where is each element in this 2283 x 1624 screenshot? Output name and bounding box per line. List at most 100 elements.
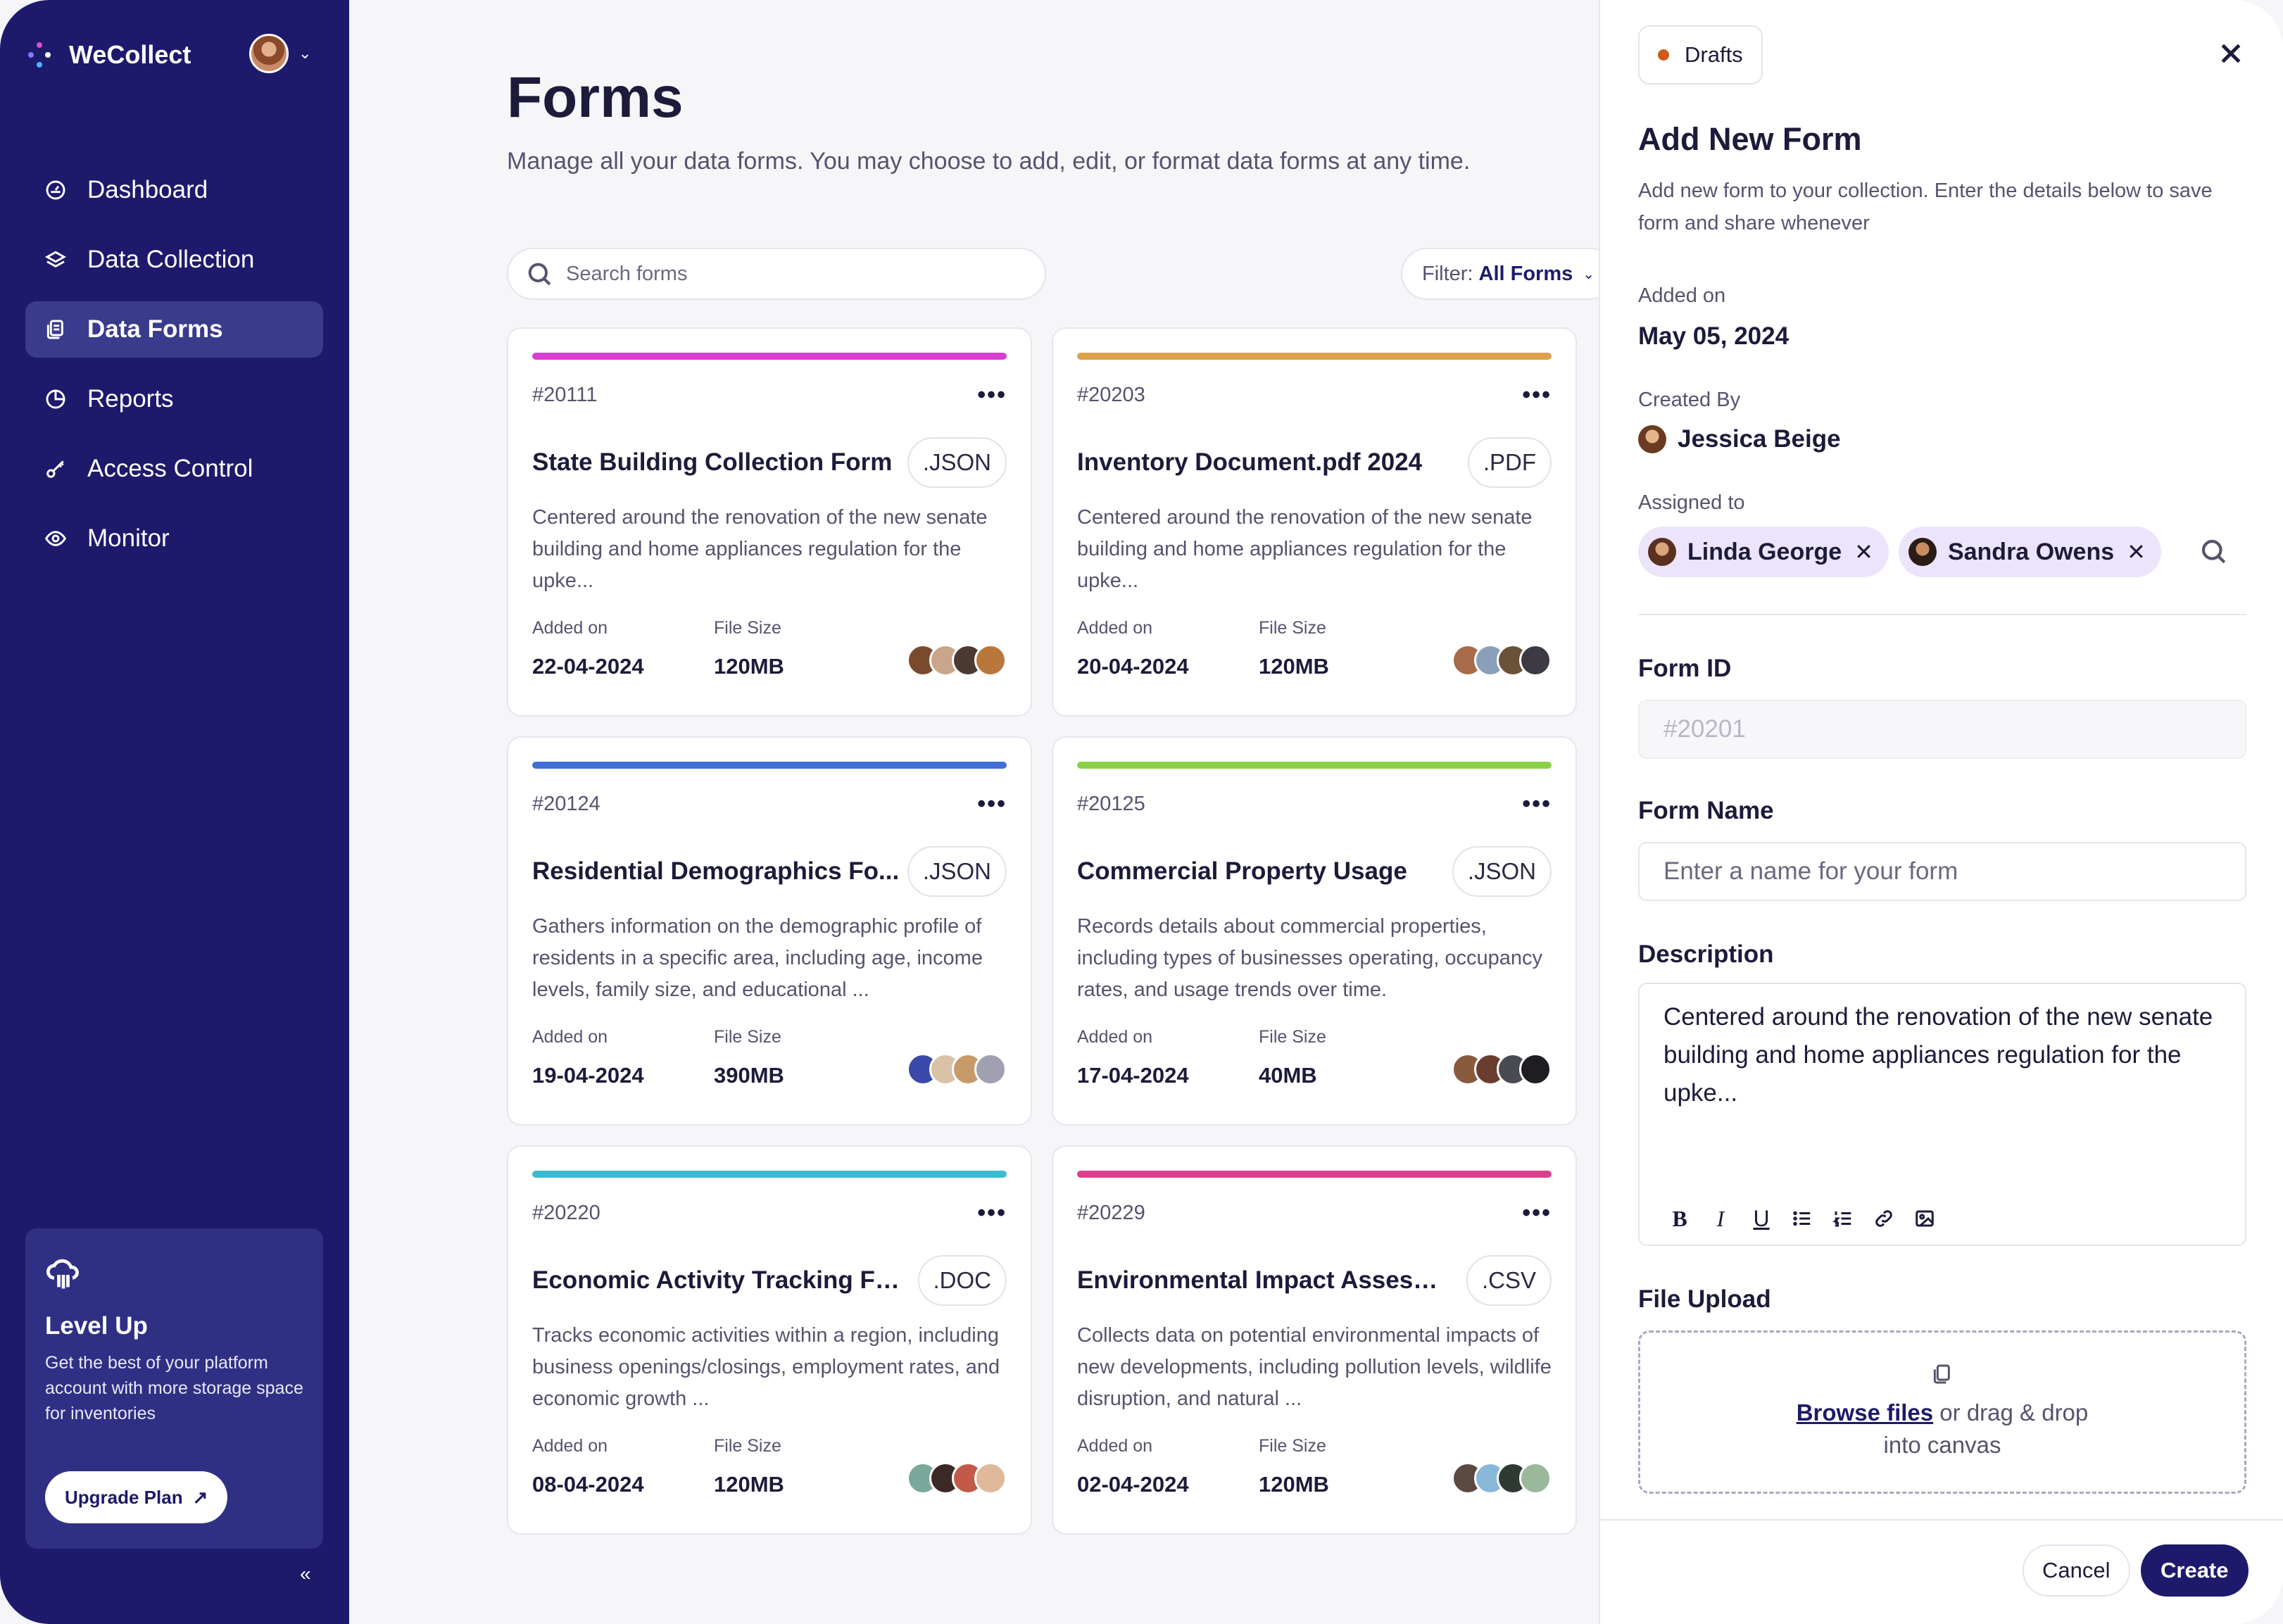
- created-by-label: Created By: [1638, 389, 1741, 411]
- collaborator-avatars[interactable]: [1452, 1462, 1552, 1494]
- added-on-value: May 05, 2024: [1638, 322, 1790, 350]
- description-text[interactable]: Centered around the renovation of the ne…: [1663, 998, 2221, 1112]
- description-editor[interactable]: Centered around the renovation of the ne…: [1638, 983, 2246, 1246]
- close-icon: [2221, 44, 2241, 63]
- forms-icon: [44, 317, 68, 341]
- added-date: 08-04-2024: [532, 1472, 644, 1497]
- key-icon: [44, 457, 68, 481]
- avatar: [974, 1053, 1007, 1085]
- sidebar-item-reports[interactable]: Reports: [25, 371, 323, 427]
- more-options-icon[interactable]: •••: [1522, 383, 1552, 407]
- logo-icon: [25, 41, 54, 69]
- sidebar-item-access-control[interactable]: Access Control: [25, 441, 323, 497]
- brand[interactable]: WeCollect: [25, 35, 191, 75]
- sidebar-item-label: Data Forms: [87, 315, 223, 343]
- search-bar[interactable]: [507, 248, 1046, 300]
- upgrade-plan-button[interactable]: Upgrade Plan ↗: [45, 1471, 228, 1523]
- added-label: Added on: [532, 618, 608, 638]
- form-card[interactable]: #20229 ••• Environmental Impact Assessm.…: [1052, 1145, 1577, 1535]
- form-card[interactable]: #20124 ••• Residential Demographics Fo..…: [507, 736, 1032, 1126]
- form-card[interactable]: #20203 ••• Inventory Document.pdf 2024 .…: [1052, 327, 1577, 717]
- creator-name: Jessica Beige: [1678, 425, 1841, 453]
- description-label: Description: [1638, 940, 1774, 968]
- pie-chart-icon: [44, 387, 68, 411]
- close-button[interactable]: [2210, 32, 2252, 75]
- sidebar-item-dashboard[interactable]: Dashboard: [25, 162, 323, 218]
- sidebar-item-data-collection[interactable]: Data Collection: [25, 232, 323, 288]
- card-accent-bar: [532, 353, 1007, 360]
- size-label: File Size: [1259, 1436, 1326, 1456]
- chevron-down-icon: ⌄: [1583, 266, 1595, 282]
- collapse-sidebar-button[interactable]: «: [300, 1563, 311, 1585]
- collaborator-avatars[interactable]: [907, 1462, 1007, 1494]
- file-icon: [1933, 1364, 1950, 1384]
- form-description: Records details about commercial propert…: [1077, 915, 1542, 1001]
- assignee-chips: Linda George ✕ Sandra Owens ✕: [1638, 527, 2171, 577]
- form-card[interactable]: #20125 ••• Commercial Property Usage .JS…: [1052, 736, 1577, 1126]
- browse-files-link[interactable]: Browse files: [1797, 1399, 1933, 1425]
- form-card[interactable]: #20111 ••• State Building Collection For…: [507, 327, 1032, 717]
- file-size: 120MB: [1259, 654, 1329, 679]
- drawer-subtitle: Add new form to your collection. Enter t…: [1638, 180, 2213, 234]
- collaborator-avatars[interactable]: [907, 1053, 1007, 1085]
- form-title: Commercial Property Usage: [1077, 857, 1407, 885]
- file-dropzone[interactable]: Browse files or drag & drop into canvas: [1638, 1330, 2246, 1494]
- numbered-list-icon[interactable]: [1827, 1202, 1859, 1235]
- bold-icon[interactable]: B: [1663, 1202, 1696, 1235]
- form-description: Gathers information on the demographic p…: [532, 915, 983, 1001]
- avatar: [1648, 538, 1676, 566]
- size-label: File Size: [714, 1027, 781, 1047]
- app-name: WeCollect: [69, 40, 191, 69]
- sidebar-item-data-forms[interactable]: Data Forms: [25, 301, 323, 358]
- assignee-name: Sandra Owens: [1947, 538, 2115, 565]
- page-title: Forms: [507, 65, 684, 130]
- avatar: [1519, 1462, 1552, 1494]
- sidebar-item-label: Monitor: [87, 524, 170, 552]
- filter-dropdown[interactable]: Filter: All Forms ⌄: [1401, 248, 1616, 300]
- file-type-badge: .PDF: [1467, 437, 1552, 488]
- create-button[interactable]: Create: [2141, 1544, 2249, 1597]
- card-accent-bar: [1077, 1171, 1552, 1178]
- profile-menu[interactable]: ⌄: [249, 34, 311, 73]
- more-options-icon[interactable]: •••: [977, 1201, 1007, 1225]
- chevron-down-icon: ⌄: [298, 44, 312, 62]
- form-card[interactable]: #20220 ••• Economic Activity Tracking Fo…: [507, 1145, 1032, 1535]
- form-name-input[interactable]: [1638, 842, 2246, 901]
- assignee-chip[interactable]: Sandra Owens ✕: [1898, 527, 2161, 577]
- cloud-icon: [45, 1257, 303, 1297]
- sidebar-item-label: Dashboard: [87, 176, 208, 203]
- italic-icon[interactable]: I: [1704, 1202, 1737, 1235]
- search-input[interactable]: [566, 262, 1017, 286]
- link-icon[interactable]: [1868, 1202, 1900, 1235]
- size-label: File Size: [1259, 618, 1326, 638]
- bullet-list-icon[interactable]: [1786, 1202, 1818, 1235]
- sidebar-item-monitor[interactable]: Monitor: [25, 510, 323, 567]
- file-size: 390MB: [714, 1063, 784, 1088]
- form-id: #20124: [532, 792, 600, 815]
- more-options-icon[interactable]: •••: [977, 383, 1007, 407]
- form-title: Environmental Impact Assessm...: [1077, 1266, 1450, 1294]
- more-options-icon[interactable]: •••: [977, 792, 1007, 816]
- assignee-search-button[interactable]: [2199, 536, 2229, 567]
- more-options-icon[interactable]: •••: [1522, 792, 1552, 816]
- file-size: 120MB: [1259, 1472, 1329, 1497]
- collaborator-avatars[interactable]: [1452, 644, 1552, 676]
- remove-icon[interactable]: ✕: [1854, 539, 1873, 565]
- added-label: Added on: [532, 1027, 608, 1047]
- status-badge[interactable]: Drafts: [1638, 25, 1763, 84]
- added-date: 02-04-2024: [1077, 1472, 1189, 1497]
- assignee-chip[interactable]: Linda George ✕: [1638, 527, 1889, 577]
- image-icon[interactable]: [1908, 1202, 1941, 1235]
- card-accent-bar: [532, 1171, 1007, 1178]
- collaborator-avatars[interactable]: [907, 644, 1007, 676]
- added-date: 17-04-2024: [1077, 1063, 1189, 1088]
- collaborator-avatars[interactable]: [1452, 1053, 1552, 1085]
- card-accent-bar: [1077, 353, 1552, 360]
- remove-icon[interactable]: ✕: [2127, 539, 2146, 565]
- cancel-button[interactable]: Cancel: [2023, 1544, 2130, 1597]
- sidebar-item-label: Reports: [87, 385, 174, 413]
- add-form-drawer: Drafts Add New Form Add new form to your…: [1599, 0, 2283, 1624]
- more-options-icon[interactable]: •••: [1522, 1201, 1552, 1225]
- sidebar-item-label: Access Control: [87, 455, 253, 482]
- underline-icon[interactable]: U: [1745, 1202, 1778, 1235]
